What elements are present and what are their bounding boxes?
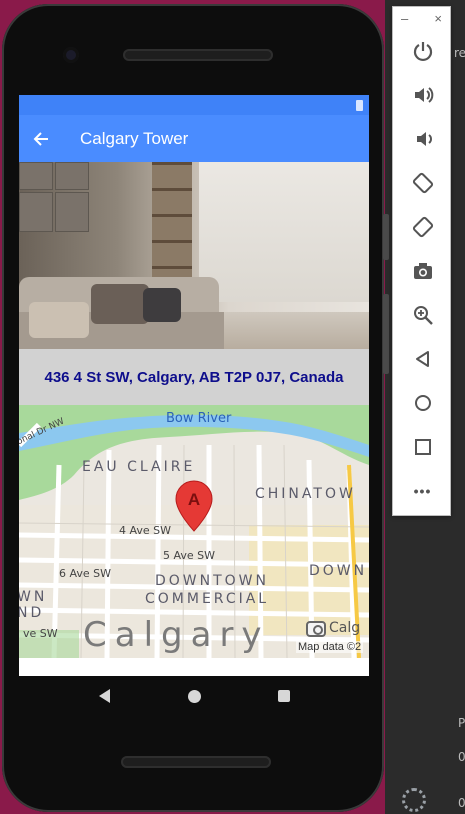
close-button[interactable]: × <box>434 11 442 26</box>
ide-text-fragment: re <box>454 46 465 60</box>
map-label-district: WN <box>19 589 48 605</box>
window <box>199 162 369 302</box>
pillow <box>91 284 149 324</box>
overview-button[interactable] <box>393 425 452 469</box>
map-label-district: DOWNTOWN <box>155 573 270 589</box>
emulator-toolbar: – × ••• <box>392 6 451 516</box>
ide-text-fragment: P <box>458 716 465 730</box>
back-button[interactable] <box>393 337 452 381</box>
map-label-street: ve SW <box>23 627 58 640</box>
volume-down-icon <box>416 132 432 146</box>
minimize-button[interactable]: – <box>401 11 408 26</box>
map-label-river: Bow River <box>166 411 232 426</box>
street-view-camera-icon[interactable] <box>306 621 326 637</box>
power-side-button <box>383 214 389 260</box>
power-icon <box>413 42 432 62</box>
wall-panel <box>55 192 89 232</box>
address-bar: 436 4 St SW, Calgary, AB T2P 0J7, Canada <box>19 349 369 405</box>
location-photo <box>19 162 369 349</box>
volume-down-button[interactable] <box>393 117 452 161</box>
navigation-bar <box>19 676 369 716</box>
more-button[interactable]: ••• <box>393 469 452 513</box>
nav-recents-button[interactable] <box>264 676 304 716</box>
map-label-city-fragment: Calg <box>329 620 361 636</box>
nav-back-button[interactable] <box>84 676 124 716</box>
map-label-district: EAU CLAIRE <box>82 459 196 475</box>
bottom-speaker <box>121 756 271 768</box>
power-button[interactable] <box>393 29 452 73</box>
map-label-street: 5 Ave SW <box>163 549 216 562</box>
zoom-icon <box>413 306 433 325</box>
screenshot-button[interactable] <box>393 249 452 293</box>
address-text: 436 4 St SW, Calgary, AB T2P 0J7, Canada <box>44 368 344 386</box>
nav-home-icon <box>187 689 201 703</box>
pillow <box>143 288 181 322</box>
wall-panel <box>19 192 53 232</box>
screenshot-icon <box>413 263 432 279</box>
map-label-street: 6 Ave SW <box>59 567 112 580</box>
zoom-button[interactable] <box>393 293 452 337</box>
volume-up-button[interactable] <box>393 73 452 117</box>
volume-side-button <box>383 294 389 374</box>
settings-gear-icon[interactable] <box>402 788 426 812</box>
page-title: Calgary Tower <box>80 128 189 148</box>
map-label-district: DOWN <box>309 563 368 579</box>
battery-icon <box>356 100 363 111</box>
toolbar-window-controls: – × <box>393 7 450 29</box>
map-label-city: Calgary <box>83 615 270 655</box>
screen-bottom-area <box>19 658 369 676</box>
more-icon: ••• <box>413 483 432 499</box>
map-attribution: Map data ©2 <box>296 641 364 653</box>
marker-letter: A <box>188 490 200 509</box>
wall-panel <box>55 162 89 190</box>
rotate-right-icon <box>412 216 433 238</box>
rotate-left-button[interactable] <box>393 161 452 205</box>
device-screen: Calgary Tower 436 4 St SW, Calgary, AB T… <box>19 95 369 676</box>
ide-text-fragment: 0 <box>458 796 465 810</box>
wall-panel <box>19 162 53 190</box>
volume-up-icon <box>414 87 433 103</box>
home-button[interactable] <box>393 381 452 425</box>
pillow <box>29 302 89 338</box>
back-icon <box>415 351 429 367</box>
overview-icon <box>414 439 431 455</box>
app-bar: Calgary Tower <box>19 115 369 162</box>
map-label-district: CHINATOW <box>255 486 356 502</box>
status-bar <box>19 95 369 115</box>
back-arrow-icon[interactable] <box>19 115 63 162</box>
top-speaker <box>123 49 273 61</box>
home-icon <box>414 395 431 411</box>
map-label-street: 4 Ave SW <box>119 524 172 537</box>
nav-back-icon <box>98 689 110 703</box>
rotate-right-button[interactable] <box>393 205 452 249</box>
front-camera <box>63 47 79 63</box>
ide-text-fragment: 0 <box>458 750 465 764</box>
map-view[interactable]: Bow River onal Dr NW EAU CLAIRE CHINATOW… <box>19 405 369 658</box>
map-label-district: COMMERCIAL <box>145 591 270 607</box>
nav-home-button[interactable] <box>174 676 214 716</box>
rotate-left-icon <box>412 172 433 194</box>
nav-recents-icon <box>278 690 290 702</box>
map-label-district: ND <box>19 605 45 621</box>
